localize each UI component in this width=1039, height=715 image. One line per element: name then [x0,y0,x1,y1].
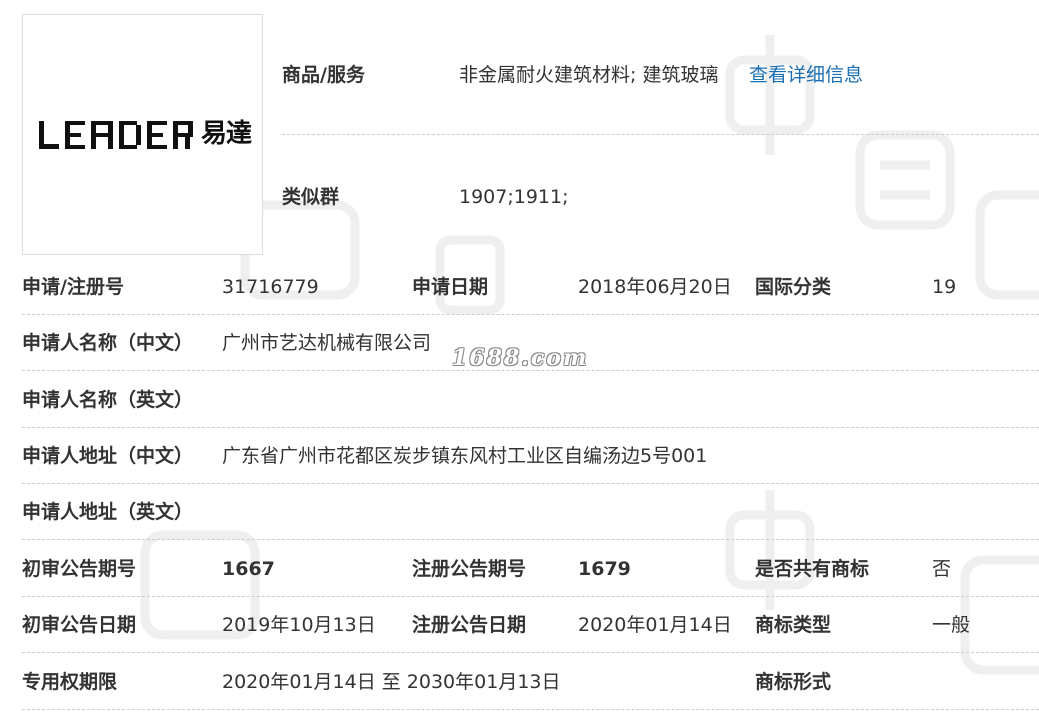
view-detail-link[interactable]: 查看详细信息 [749,63,863,87]
similar-group-value: 1907;1911; [459,186,569,208]
shared-trademark-label: 是否共有商标 [755,558,870,580]
registration-issue-value: 1679 [578,558,631,580]
applicant-name-en-label: 申请人名称（英文） [22,389,194,411]
shared-trademark-value: 否 [932,558,952,580]
exclusive-period-value: 2020年01月14日 至 2030年01月13日 [222,671,561,693]
prelim-issue-value: 1667 [222,558,275,580]
brand-latin-text: LEADER [23,15,24,16]
application-date-label: 申请日期 [412,276,489,298]
application-date-value: 2018年06月20日 [578,276,732,298]
trademark-type-value: 一般 [932,614,971,636]
site-watermark: 1688.com [452,345,589,371]
international-class-label: 国际分类 [755,276,832,298]
registration-date-label: 注册公告日期 [412,614,527,636]
prelim-issue-label: 初审公告期号 [22,558,137,580]
registration-date-value: 2020年01月14日 [578,614,732,636]
trademark-image: LEADER 易達 [22,14,263,255]
goods-services-label: 商品/服务 [282,64,365,86]
applicant-name-cn-label: 申请人名称（中文） [22,332,194,354]
prelim-date-label: 初审公告日期 [22,614,137,636]
applicant-address-cn-value: 广东省广州市花都区炭步镇东风村工业区自编汤边5号001 [222,445,708,467]
row-divider [22,596,1039,597]
prelim-date-value: 2019年10月13日 [222,614,376,636]
applicant-address-en-label: 申请人地址（英文） [22,501,194,523]
row-divider [22,427,1039,428]
top-divider [282,134,1039,135]
brand-chinese-text: 易達 [201,119,252,149]
trademark-type-label: 商标类型 [755,614,832,636]
row-divider [22,652,1039,653]
row-divider [22,483,1039,484]
applicant-name-cn-value: 广州市艺达机械有限公司 [222,332,432,354]
trademark-form-label: 商标形式 [755,671,832,693]
registration-no-label: 申请/注册号 [22,276,124,298]
applicant-address-cn-label: 申请人地址（中文） [22,445,194,467]
registration-issue-label: 注册公告期号 [412,558,527,580]
registration-no-value: 31716779 [222,276,319,298]
international-class-value: 19 [932,276,957,298]
similar-group-label: 类似群 [282,186,340,208]
goods-services-value: 非金属耐火建筑材料; 建筑玻璃 [459,64,719,86]
exclusive-period-label: 专用权期限 [22,671,118,693]
row-divider [22,314,1039,315]
row-divider [22,539,1039,540]
row-divider [22,709,1039,710]
